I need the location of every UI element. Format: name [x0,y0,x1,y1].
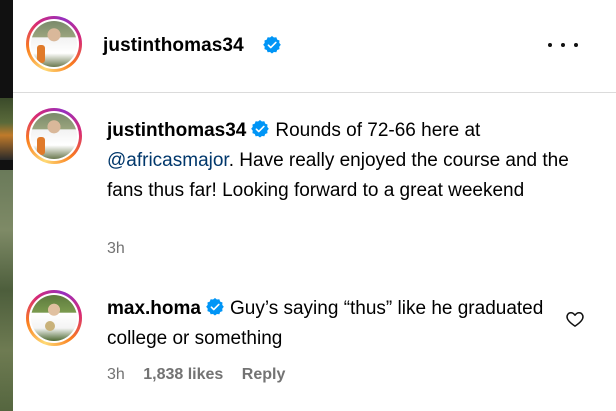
post-header: justinthomas34 [13,0,616,93]
background-photo [0,0,13,411]
comment-avatar[interactable] [26,290,82,346]
caption-body-start: Rounds of 72-66 here at [275,120,481,141]
profile-photo [31,21,77,67]
comment-timestamp[interactable]: 3h [107,366,125,383]
caption-profile-photo [31,113,77,159]
more-options-icon-dot [561,43,565,47]
comment-meta: 3h 1,838 likes Reply [107,366,285,384]
caption-username[interactable]: justinthomas34 [107,120,246,141]
verified-badge-icon [263,36,281,54]
caption-timestamp[interactable]: 3h [107,240,125,258]
background-photo-top [0,98,13,160]
more-options-icon-dot [574,43,578,47]
more-options-icon [548,43,552,47]
mention-link[interactable]: @africasmajor [107,150,229,171]
verified-badge-icon [251,120,270,138]
post-comments-panel: justinthomas34 justinthomas34 Rounds of 7… [13,0,616,411]
header-avatar[interactable] [26,16,82,72]
commenter-profile-photo [31,295,77,341]
comment-likes-count[interactable]: 1,838 likes [143,366,223,383]
header-username[interactable]: justinthomas34 [103,35,244,57]
background-photo-bottom [0,170,13,411]
caption-text: justinthomas34 Rounds of 72-66 here at @a… [107,116,577,206]
reply-button[interactable]: Reply [242,366,286,383]
more-options-button[interactable] [548,33,578,57]
comment-username[interactable]: max.homa [107,298,201,319]
caption-avatar[interactable] [26,108,82,164]
like-heart-icon[interactable] [565,309,585,329]
verified-badge-icon [206,298,224,316]
comment-text: max.homa Guy’s saying “thus” like he grad… [107,294,547,354]
